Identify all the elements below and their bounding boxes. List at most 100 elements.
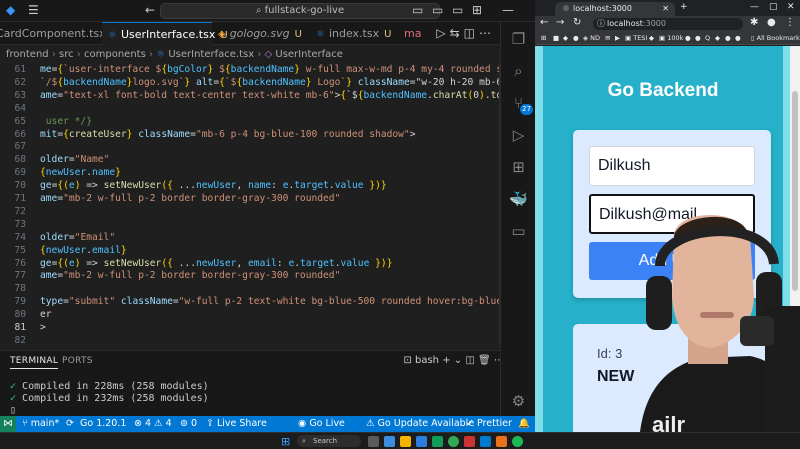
prettier-status[interactable]: ✓ Prettier <box>466 416 512 432</box>
remote-icon[interactable]: ⋈ <box>0 416 16 432</box>
back-arrow-icon[interactable]: ← <box>145 3 155 17</box>
minimize-icon[interactable]: — <box>750 2 759 12</box>
all-bookmarks[interactable]: ▯ All Bookmarks <box>751 32 800 45</box>
split-editor-icon[interactable]: ◫ <box>464 26 479 40</box>
bookmark-icon[interactable]: ■ <box>553 32 559 45</box>
breadcrumb-item[interactable]: components <box>84 49 146 60</box>
terminal-shell-label[interactable]: bash <box>415 355 439 366</box>
app-icon[interactable] <box>432 436 443 447</box>
live-share-status[interactable]: ⇪ Live Share <box>206 416 267 432</box>
profile-icon[interactable]: ● <box>767 17 776 28</box>
more-actions-icon[interactable]: ⋯ <box>479 26 495 40</box>
tab-gologo[interactable]: ◈ gologo.svg U <box>212 22 310 45</box>
trash-icon[interactable]: 🗑 <box>478 355 494 366</box>
bookmark-icon[interactable]: ● <box>695 32 701 45</box>
go-update-status[interactable]: ⚠ Go Update Available <box>366 416 474 432</box>
apps-icon[interactable]: ⊞ <box>541 32 546 45</box>
layout-sidebar-icon[interactable]: ▭ <box>412 3 423 17</box>
new-tab-icon[interactable]: + <box>680 2 688 12</box>
customize-layout-icon[interactable]: ⊞ <box>472 3 482 17</box>
bookmark-icon[interactable]: ● <box>685 32 691 45</box>
line-number: 71 <box>14 193 26 204</box>
problems-status[interactable]: ⊗ 4 ⚠ 4 <box>134 416 172 432</box>
forward-icon[interactable]: → <box>556 17 564 28</box>
layout-panel-icon[interactable]: ▭ <box>432 3 443 17</box>
notifications-icon[interactable]: 🔔 <box>518 416 530 432</box>
app-icon[interactable] <box>464 436 475 447</box>
app-icon[interactable] <box>496 436 507 447</box>
chrome-icon[interactable] <box>448 436 459 447</box>
tab-status: U <box>294 29 302 40</box>
prettier-label: Prettier <box>476 418 512 429</box>
compare-icon[interactable]: ⇆ <box>450 26 464 40</box>
maximize-icon[interactable]: ▢ <box>769 2 778 12</box>
extensions-puzzle-icon[interactable]: ✱ <box>750 17 758 28</box>
tab-ports[interactable]: PORTS <box>62 356 93 366</box>
reload-icon[interactable]: ↻ <box>573 17 581 28</box>
sync-icon[interactable]: ⟳ <box>66 416 74 432</box>
bookmark-nd[interactable]: ◈ ND <box>583 32 600 45</box>
page-title: Go Backend <box>607 80 719 101</box>
breadcrumb-item[interactable]: frontend <box>6 49 49 60</box>
bookmark-icon[interactable]: ◆ <box>649 32 654 45</box>
app-icon[interactable] <box>384 436 395 447</box>
remote-explorer-icon[interactable]: ▭ <box>501 222 536 240</box>
name-input[interactable]: Dilkush <box>589 146 755 186</box>
terminal-shell-icon: ⊡ <box>403 355 415 366</box>
breadcrumb-item[interactable]: UserInterface.tsx <box>168 49 254 60</box>
settings-gear-icon[interactable]: ⚙ <box>501 392 536 410</box>
tab-cardcomponent[interactable]: CardComponent.tsxU <box>0 22 118 45</box>
tab-index[interactable]: ⚛ index.tsx U <box>310 22 398 45</box>
tab-main[interactable]: ma <box>398 22 428 45</box>
run-debug-icon[interactable]: ▷ <box>501 126 536 144</box>
menu-hamburger-icon[interactable]: ☰ <box>28 3 39 17</box>
go-version[interactable]: Go 1.20.1 <box>80 416 126 432</box>
close-icon[interactable]: ✕ <box>787 2 795 12</box>
branch-status[interactable]: ⑂ main* <box>22 416 59 432</box>
bookmark-icon[interactable]: ● <box>735 32 741 45</box>
extensions-icon[interactable]: ⊞ <box>501 158 536 176</box>
windows-start-icon[interactable]: ⊞ <box>281 435 290 448</box>
layout-secondary-icon[interactable]: ▭ <box>452 3 463 17</box>
chevron-down-icon[interactable]: ⌄ <box>454 355 466 366</box>
bookmark-100k[interactable]: ▣ 100k <box>659 32 683 45</box>
bookmark-q[interactable]: Q <box>705 32 710 45</box>
explorer-icon[interactable]: ❐ <box>501 30 536 48</box>
app-icon[interactable] <box>512 436 523 447</box>
bookmark-icon[interactable]: ▶ <box>615 32 620 45</box>
new-terminal-icon[interactable]: + <box>442 355 454 366</box>
bookmark-icon[interactable]: ● <box>725 32 731 45</box>
browser-tab[interactable]: localhost:3000 ✕ <box>555 2 675 16</box>
bookmark-icon[interactable]: ◆ <box>715 32 720 45</box>
go-live-status[interactable]: ◉ Go Live <box>298 416 345 432</box>
split-terminal-icon[interactable]: ◫ <box>465 355 478 366</box>
menu-kebab-icon[interactable]: ⋮ <box>785 17 795 28</box>
bookmark-icon[interactable]: ✉ <box>605 32 610 45</box>
vscode-taskbar-icon[interactable] <box>480 436 491 447</box>
command-center[interactable]: ⌕ fullstack-go-live <box>160 3 440 19</box>
bookmark-tesi[interactable]: ▣ TESI <box>625 32 647 45</box>
breadcrumb-item[interactable]: UserInterface <box>275 49 343 60</box>
bookmark-icon[interactable]: ● <box>573 32 579 45</box>
breadcrumb-item[interactable]: src <box>59 49 74 60</box>
ports-status[interactable]: ⊚ 0 <box>180 416 197 432</box>
minimize-icon[interactable]: — <box>502 3 514 17</box>
warning-count: 4 <box>165 418 172 429</box>
tab-terminal[interactable]: TERMINAL <box>10 356 59 369</box>
run-icon[interactable]: ▷ <box>436 26 449 40</box>
terminal-cursor[interactable]: ▯ <box>10 405 16 416</box>
bookmark-icon[interactable]: ◆ <box>563 32 568 45</box>
editor-actions[interactable]: ▷⇆◫⋯ <box>436 26 495 40</box>
file-explorer-icon[interactable] <box>400 436 411 447</box>
tab-userinterface[interactable]: ⚛ UserInterface.tsx U <box>102 22 228 45</box>
search-icon[interactable]: ⌕ <box>501 62 536 80</box>
address-bar[interactable]: ⓘ localhost:3000 <box>593 18 743 30</box>
app-icon[interactable] <box>416 436 427 447</box>
taskbar-search[interactable]: ⌕ Search <box>297 435 361 447</box>
back-icon[interactable]: ← <box>540 17 548 28</box>
chevron-right-icon: › <box>51 49 60 60</box>
task-view-icon[interactable] <box>368 436 379 447</box>
code-editor[interactable]: 61 me={`user-interface ${bgColor} ${backe… <box>0 64 548 346</box>
close-tab-icon[interactable]: ✕ <box>662 2 669 16</box>
docker-icon[interactable]: 🐳 <box>501 190 536 208</box>
